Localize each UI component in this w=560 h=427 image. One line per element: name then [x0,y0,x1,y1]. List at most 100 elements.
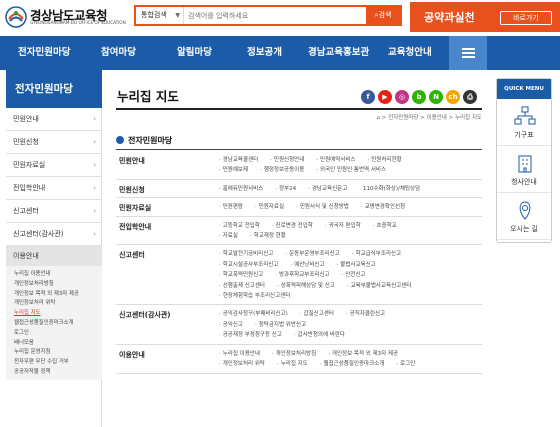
sitemap-section-name[interactable]: 민원자료실 [119,203,151,213]
side-nav-subitem[interactable]: 누리집 이용안내 [6,270,102,280]
sitemap-link[interactable]: 예산낭비신고 [290,262,324,268]
side-nav-subitem[interactable]: 공공저작물 정책 [6,368,102,378]
side-nav-submenu-title[interactable]: 이용안내 [6,246,102,266]
sitemap-link[interactable]: 경남교육신문고 [308,186,347,192]
sitemap-link[interactable]: 공공재정 부정청구등 신고 [219,332,282,338]
sitemap-link[interactable]: 웹접근성품질인증마크소개 [320,361,384,367]
gnb-item[interactable]: 전자민원마당 [18,36,70,70]
gnb-item[interactable]: 알림마당 [177,36,212,70]
search-button-label: 검색 [378,11,392,19]
sitemap-link[interactable]: 민원처리현황 [367,157,401,163]
quick-menu-item[interactable]: 청사안내 [497,146,551,193]
quick-menu-item[interactable]: 기구표 [497,99,551,146]
side-nav-item[interactable]: 신고센터 › [6,200,102,223]
sitemap-link[interactable]: 학교급식부조리신고 [352,251,401,257]
sitemap-link[interactable]: 선행출제 신고센터 [219,283,265,289]
sitemap-link[interactable]: 개인정보 목적 외 제3자 제공 [328,351,398,357]
site-logo[interactable]: 경상남도교육청 GYEONGSANGNAM-DO OFFICE OF EDUCA… [5,4,126,30]
sitemap-link[interactable]: 학교재정 현황 [250,233,286,239]
sitemap-link[interactable]: 누리집 지도 [277,361,308,367]
sns-share-icon[interactable]: f [361,90,375,104]
sitemap-link[interactable]: 정부24 [275,186,296,192]
side-nav-item[interactable]: 민원신청 › [6,131,102,154]
sitemap-link[interactable]: 학교시설공사부조리신고 [219,262,278,268]
sns-share-icon[interactable]: ◎ [395,90,409,104]
sitemap-link[interactable]: 학교폭력민원신고 [219,272,263,278]
sitemap-link[interactable]: 로그인 [396,361,415,367]
sitemap-link[interactable]: 민원신청안내 [270,157,304,163]
section-bullet-icon [116,136,124,144]
sns-share-icon[interactable]: b [412,90,426,104]
sitemap-link[interactable]: 민원편람 [219,204,243,210]
side-nav-subitem[interactable]: 개인정보처리방침 [6,280,102,290]
sitemap-link[interactable]: 개인정보처리 위탁 [219,361,265,367]
quick-menu-item[interactable]: 오시는 길 [497,193,551,240]
search-button[interactable]: ⌕검색 [366,7,400,24]
side-nav-item-label: 신고센터(감사관) [13,230,64,238]
sitemap-link[interactable]: 공익감사청구(부패비리신고) [219,311,288,317]
site-header: 경상남도교육청 GYEONGSANGNAM-DO OFFICE OF EDUCA… [0,0,560,34]
side-nav-subitem[interactable]: 개인정보 목적 외 제3자 제공 [6,290,102,300]
sns-share-icon[interactable]: ▶ [378,90,392,104]
menu-hamburger-icon[interactable] [449,36,487,70]
sitemap-link[interactable]: 민원예약서비스 [316,157,355,163]
sns-share-icon[interactable]: N [429,90,443,104]
sitemap-link[interactable]: 개인정보처리방침 [272,351,316,357]
side-nav-subitem[interactable]: 배너모음 [6,339,102,349]
sitemap-section-name[interactable]: 신고센터(감사관) [119,310,170,320]
sitemap-link[interactable]: 민원자료실 [255,204,284,210]
sitemap-link[interactable]: 행정정보공동이용 [260,167,304,173]
side-nav-subitem[interactable]: 전자우편 무단 수집 거부 [6,358,102,368]
side-nav-item[interactable]: 민원안내 › [6,108,102,131]
sitemap-link[interactable]: 경남교육콜센터 [219,157,258,163]
sitemap-section-name[interactable]: 신고센터 [119,250,145,260]
sns-share-icon[interactable]: ch [446,90,460,104]
sitemap-section-name[interactable]: 전입학안내 [119,222,151,232]
sitemap-link[interactable]: 운동부운영부조리신고 [285,251,339,257]
sitemap-link[interactable]: 공직자클린신고 [346,311,385,317]
sitemap-link[interactable]: 교명변경확인신청 [361,204,405,210]
side-nav-subitem[interactable]: 누리집 운영지침 [6,348,102,358]
sitemap-link[interactable]: 초중학교 [373,223,397,229]
sitemap-link[interactable]: 청탁금지법 위반신고 [255,322,306,328]
search-scope-select[interactable]: 통합검색 ▼ [136,7,184,24]
sitemap-link[interactable]: 학교발전기금비리신고 [219,251,273,257]
sitemap-link[interactable]: 방과후학교부조리신고 [275,272,329,278]
sitemap-link[interactable]: 갑사반청의에 바란다 [294,332,345,338]
sitemap-link[interactable]: 민원서식 및 신청방법 [296,204,349,210]
sitemap-link[interactable]: 성폭력피해상담 및 신고 [277,283,335,289]
side-nav-item[interactable]: 민원자료실 › [6,154,102,177]
sitemap-link[interactable]: 110수화(화상)/채팅상담 [359,186,420,192]
sitemap-link[interactable]: 귀국자 편입학 [325,223,361,229]
sitemap-link[interactable]: 외국인 민원인 통번역 서비스 [316,167,386,173]
side-nav-item[interactable]: 전입학안내 › [6,177,102,200]
promo-go-button[interactable]: 바로가기 [500,11,552,25]
sitemap-link[interactable]: 갑질신고센터 [300,311,334,317]
sitemap-link[interactable]: 교육부불법사교육신고센터 [347,283,411,289]
sitemap-link[interactable]: 고등학교 전입학 [219,223,260,229]
side-nav-subitem[interactable]: 누리집 지도 [6,309,102,319]
sitemap-link[interactable]: 홈에듀민원서비스 [219,186,263,192]
sitemap-link[interactable]: 진로변경 전입학 [272,223,313,229]
sitemap-link[interactable]: 현장체험학습 부조리신고센터 [219,293,290,299]
sitemap-link[interactable]: 자료실 [219,233,238,239]
gnb-item[interactable]: 참여마당 [101,36,136,70]
side-nav-subitem[interactable]: 웹접근성품질인증마크소개 [6,319,102,329]
sitemap-link[interactable]: 누리집 이용안내 [219,351,260,357]
side-nav-subitem[interactable]: 개인정보처리 위탁 [6,299,102,309]
sitemap-link[interactable]: 안전신고 [342,272,366,278]
gnb-item[interactable]: 정보공개 [247,36,282,70]
sitemap-link[interactable]: 민원예보제 [219,167,248,173]
sitemap-section-name[interactable]: 민원안내 [119,156,145,166]
sns-share-icon[interactable]: ⎙ [463,90,477,104]
gnb-item[interactable]: 교육청안내 [388,36,432,70]
sns-share-bar: f ▶ ◎ b Nch ⎙ [361,90,481,106]
sitemap-section-name[interactable]: 민원신청 [119,185,145,195]
side-nav-subitem[interactable]: 로그인 [6,329,102,339]
gnb-item[interactable]: 경남교육홍보관 [308,36,369,70]
search-input[interactable] [188,7,366,24]
sitemap-section-name[interactable]: 이용안내 [119,350,145,360]
sitemap-link[interactable]: 공익신고 [219,322,243,328]
sitemap-link[interactable]: 불법사교육신고 [337,262,376,268]
side-nav-item[interactable]: 신고센터(감사관) › [6,223,102,246]
